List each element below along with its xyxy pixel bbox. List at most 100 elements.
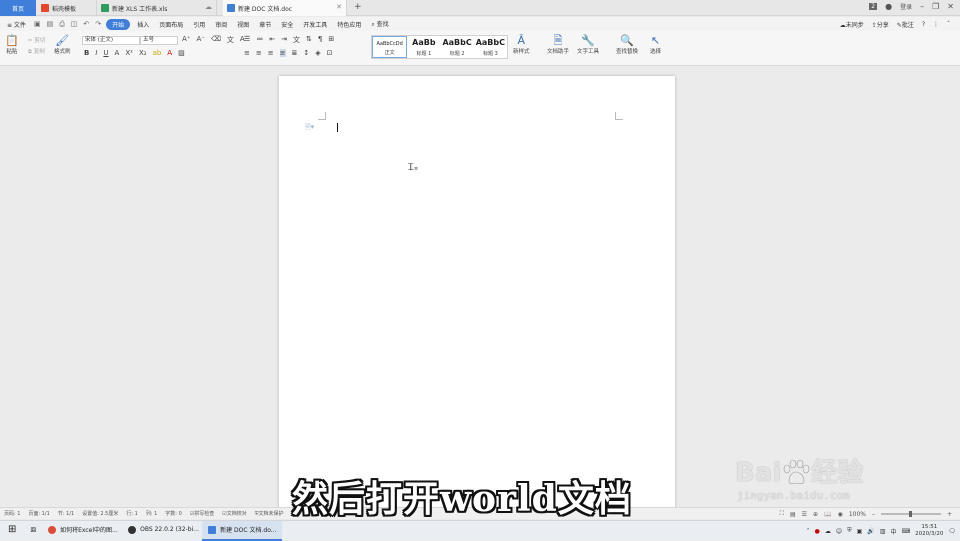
- subscript-icon[interactable]: X₂: [139, 49, 147, 57]
- increase-indent-icon[interactable]: ⇥: [281, 35, 287, 45]
- volume-icon[interactable]: 🔊: [867, 528, 874, 535]
- task-view-button[interactable]: ⧈: [24, 521, 42, 541]
- taskbar-item-obs[interactable]: OBS 22.0.2 (32-bi...: [122, 521, 202, 541]
- superscript-icon[interactable]: X²: [125, 49, 133, 57]
- shading-icon[interactable]: ◈: [315, 49, 320, 57]
- taskbar-item-chrome[interactable]: 如何将Excel中的图...: [42, 521, 122, 541]
- zoom-out-button[interactable]: –: [872, 511, 875, 518]
- new-style-button[interactable]: Ā 新样式: [513, 34, 530, 55]
- document-page[interactable]: 🗎▾: [279, 76, 675, 516]
- file-menu[interactable]: ≡ 文件: [4, 19, 29, 30]
- sort-icon[interactable]: ⇅: [306, 35, 312, 45]
- zoom-level[interactable]: 100%: [849, 511, 866, 518]
- close-window-button[interactable]: ✕: [947, 2, 954, 11]
- redo-icon[interactable]: ↷: [94, 20, 102, 28]
- network-icon[interactable]: ▥: [880, 528, 886, 535]
- menu-tab-security[interactable]: 安全: [278, 19, 296, 30]
- style-heading-2[interactable]: AaBbC 标题 2: [441, 36, 474, 58]
- tray-cloud-icon[interactable]: ☁: [825, 528, 831, 535]
- web-view-icon[interactable]: ⊕: [813, 511, 818, 518]
- format-painter-button[interactable]: 🖌 格式刷: [54, 34, 71, 55]
- more-icon[interactable]: ⋮: [933, 21, 939, 28]
- font-effect-icon[interactable]: A: [115, 49, 120, 57]
- menu-tab-start[interactable]: 开始: [106, 18, 131, 30]
- chinese-layout-icon[interactable]: 文: [293, 35, 300, 45]
- sync-status[interactable]: ☁未同步: [840, 20, 864, 29]
- bullets-icon[interactable]: ☰: [244, 35, 250, 45]
- page-view-icon[interactable]: ▤: [790, 511, 796, 518]
- style-heading-3[interactable]: AaBbC 标题 3: [474, 36, 507, 58]
- clear-format-icon[interactable]: ⌫: [211, 35, 221, 45]
- menu-tab-developer[interactable]: 开发工具: [300, 19, 330, 30]
- search-command[interactable]: ⌕ 查找: [368, 18, 391, 30]
- decrease-indent-icon[interactable]: ⇤: [269, 35, 275, 45]
- login-button[interactable]: 登录: [900, 2, 912, 11]
- tray-security-icon[interactable]: ⛨: [847, 527, 852, 535]
- font-color-icon[interactable]: A: [167, 49, 172, 57]
- close-tab-icon[interactable]: ✕: [336, 3, 342, 11]
- align-center-icon[interactable]: ≡: [256, 49, 262, 57]
- char-shading-icon[interactable]: ▨: [178, 49, 185, 57]
- underline-icon[interactable]: U: [103, 49, 108, 57]
- print-icon[interactable]: ⎙: [58, 20, 66, 29]
- keyboard-icon[interactable]: ⌨: [902, 528, 911, 535]
- table-icon[interactable]: ⊞: [328, 35, 334, 45]
- read-mode-icon[interactable]: 📖: [824, 511, 831, 518]
- menu-tab-special[interactable]: 特色应用: [334, 19, 364, 30]
- print-preview-icon[interactable]: ◫: [70, 20, 79, 28]
- font-size-select[interactable]: 五号: [140, 36, 178, 45]
- grow-font-icon[interactable]: A⁺: [182, 35, 190, 45]
- start-button[interactable]: ⊞: [0, 521, 24, 541]
- menu-tab-section[interactable]: 章节: [256, 19, 274, 30]
- taskbar-item-wps[interactable]: 新建 DOC 文档.do...: [202, 520, 283, 541]
- align-left-icon[interactable]: ≡: [244, 49, 250, 57]
- cut-button[interactable]: ✂ 剪切: [28, 36, 45, 47]
- style-normal[interactable]: AaBbCcDd 正文: [372, 36, 408, 58]
- justify-icon[interactable]: ≡: [279, 49, 286, 57]
- window-count-badge[interactable]: 2: [869, 3, 878, 10]
- distributed-icon[interactable]: ≣: [292, 49, 298, 57]
- undo-icon[interactable]: ↶: [82, 20, 90, 28]
- collapse-ribbon-icon[interactable]: ˆ: [947, 21, 950, 28]
- tab-home[interactable]: 首页: [0, 0, 36, 16]
- export-pdf-icon[interactable]: ▤: [46, 20, 55, 28]
- menu-tab-references[interactable]: 引用: [190, 19, 208, 30]
- font-name-select[interactable]: 宋体 (正文): [82, 36, 140, 45]
- protect-status[interactable]: ⛨文档未保护: [255, 510, 284, 517]
- phonetic-icon[interactable]: 文: [227, 35, 234, 45]
- save-icon[interactable]: ▣: [33, 20, 42, 28]
- bold-icon[interactable]: B: [84, 49, 89, 57]
- paragraph-layout-icon[interactable]: 🗎▾: [305, 123, 314, 134]
- border-icon[interactable]: ⊡: [327, 49, 333, 57]
- find-replace-button[interactable]: 🔍 查找替换: [616, 34, 638, 55]
- doc-check-button[interactable]: ☑文档校对: [222, 510, 247, 517]
- clock[interactable]: 15:51 2020/3/20: [915, 524, 943, 538]
- tab-xls[interactable]: 新建 XLS 工作表.xls ☁: [97, 0, 217, 16]
- numbering-icon[interactable]: ≔: [256, 35, 263, 45]
- show-marks-icon[interactable]: ¶: [318, 35, 322, 45]
- notification-icon[interactable]: 🗨: [948, 528, 956, 535]
- zoom-in-button[interactable]: +: [947, 511, 952, 518]
- style-heading-1[interactable]: AaBb 标题 1: [407, 36, 440, 58]
- select-button[interactable]: ↖ 选择: [650, 34, 661, 55]
- zoom-slider[interactable]: [880, 511, 941, 517]
- tray-app-icon[interactable]: ●: [815, 528, 820, 535]
- menu-tab-layout[interactable]: 页面布局: [156, 19, 186, 30]
- ime-indicator[interactable]: 中: [890, 527, 896, 536]
- tab-doc[interactable]: 新建 DOC 文档.doc ✕: [223, 0, 347, 16]
- outline-view-icon[interactable]: ☰: [802, 511, 807, 518]
- share-button[interactable]: ⇪分享: [872, 20, 889, 29]
- italic-icon[interactable]: I: [95, 49, 97, 57]
- minimize-button[interactable]: –: [920, 2, 924, 11]
- menu-tab-review[interactable]: 审阅: [212, 19, 230, 30]
- spell-check-button[interactable]: ☑拼写检查: [190, 510, 215, 517]
- cloud-icon[interactable]: ☁: [205, 3, 212, 11]
- doc-assistant-button[interactable]: 🗎 文档助手: [547, 34, 569, 55]
- highlight-icon[interactable]: ab: [153, 49, 162, 57]
- new-tab-button[interactable]: +: [354, 2, 362, 12]
- user-icon[interactable]: ●: [885, 2, 892, 11]
- paste-button[interactable]: 📋 粘贴: [5, 34, 19, 55]
- full-screen-icon[interactable]: ⛶: [780, 510, 784, 518]
- tray-people-icon[interactable]: ☺: [836, 528, 842, 535]
- line-spacing-icon[interactable]: ↕: [303, 49, 309, 57]
